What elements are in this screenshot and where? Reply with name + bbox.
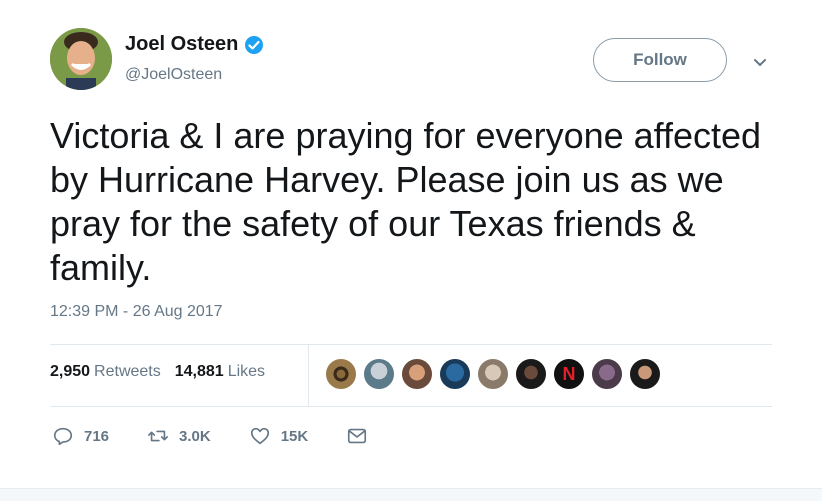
- retweet-count: 3.0K: [179, 427, 211, 445]
- liker-avatar[interactable]: [439, 358, 471, 390]
- display-name[interactable]: Joel Osteen: [125, 33, 264, 56]
- avatar[interactable]: [50, 28, 112, 90]
- reply-icon: [53, 427, 73, 446]
- chevron-down-icon[interactable]: [750, 52, 770, 72]
- like-count: 15K: [280, 427, 309, 445]
- reply-count: 716: [84, 427, 110, 445]
- tweet-text: Victoria & I are praying for everyone af…: [50, 115, 762, 288]
- liker-avatar[interactable]: [325, 358, 357, 390]
- retweet-button[interactable]: 3.0K: [147, 425, 211, 447]
- verified-badge-icon: [244, 35, 264, 55]
- divider: [50, 344, 772, 345]
- likes-label: Likes: [227, 363, 266, 380]
- envelope-icon: [348, 428, 367, 444]
- like-button[interactable]: 15K: [249, 425, 309, 447]
- tweet-timestamp[interactable]: 12:39 PM - 26 Aug 2017: [50, 303, 223, 321]
- likes-stat[interactable]: 14,881 Likes: [175, 363, 265, 381]
- retweets-stat[interactable]: 2,950 Retweets: [50, 363, 161, 381]
- liker-avatar[interactable]: [401, 358, 433, 390]
- bottom-band: [0, 488, 822, 501]
- tweet-stats: 2,950 Retweets 14,881 Likes: [50, 363, 265, 381]
- liker-avatar[interactable]: [629, 358, 661, 390]
- direct-message-button[interactable]: [346, 425, 368, 447]
- liker-avatar[interactable]: [591, 358, 623, 390]
- retweets-count: 2,950: [50, 363, 91, 380]
- reply-button[interactable]: 716: [52, 425, 109, 447]
- follow-button[interactable]: Follow: [593, 38, 727, 82]
- user-handle[interactable]: @JoelOsteen: [125, 66, 222, 84]
- retweets-label: Retweets: [94, 363, 161, 380]
- tweet-actions: 716 3.0K 15K: [52, 425, 406, 447]
- liker-avatar[interactable]: [363, 358, 395, 390]
- liker-avatar[interactable]: N: [553, 358, 585, 390]
- heart-icon: [250, 427, 269, 445]
- liker-avatar[interactable]: [477, 358, 509, 390]
- stats-separator: [308, 344, 309, 406]
- divider: [50, 406, 772, 407]
- retweet-icon: [148, 430, 169, 442]
- liker-avatars: N: [325, 358, 661, 390]
- display-name-text[interactable]: Joel Osteen: [125, 33, 238, 56]
- liker-avatar[interactable]: [515, 358, 547, 390]
- likes-count: 14,881: [174, 363, 224, 380]
